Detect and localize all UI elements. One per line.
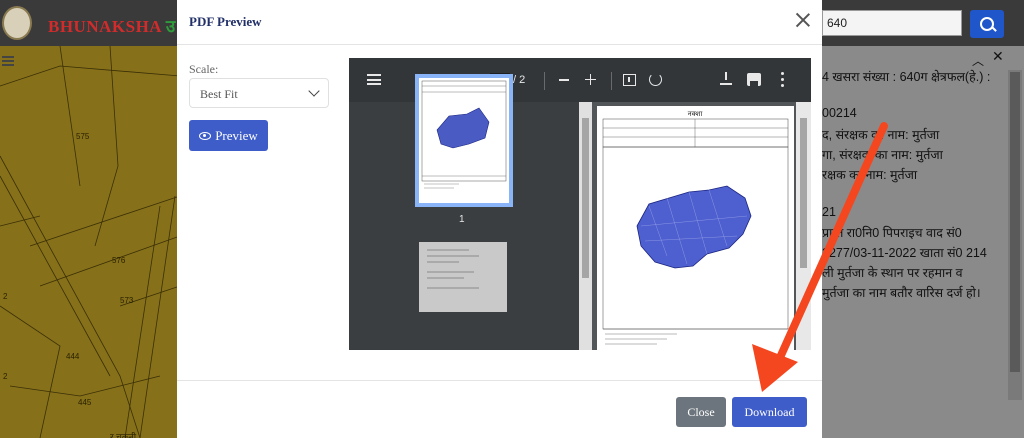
scale-select[interactable]: Best Fit: [189, 78, 329, 108]
state-emblem-logo: [2, 6, 32, 40]
brand-suffix: उ: [165, 17, 176, 36]
toolbar-divider: [544, 72, 545, 90]
print-icon[interactable]: [747, 73, 761, 86]
zoom-in-icon[interactable]: [585, 74, 596, 85]
plot-label[interactable]: 576: [112, 256, 125, 265]
pdf-page[interactable]: नक्शा: [597, 106, 794, 350]
info-line: गा, संरक्षक का नाम: मुर्तजा: [822, 148, 943, 162]
thumbnail-scrollbar-thumb[interactable]: [582, 118, 589, 278]
plot-label[interactable]: 2: [3, 292, 7, 301]
plot-label[interactable]: 573: [120, 296, 133, 305]
download-icon[interactable]: [720, 72, 732, 86]
info-line: प्राप्त रा0नि0 पिपराइच वाद सं0: [822, 226, 962, 240]
info-line: 2277/03-11-2022 खाता सं0 214: [822, 246, 987, 260]
close-panel-icon[interactable]: ✕: [992, 48, 1004, 65]
toolbar-divider: [611, 72, 612, 90]
eye-icon: [199, 131, 212, 140]
plot-info-panel: [822, 46, 1024, 438]
plot-label[interactable]: 2: [3, 372, 7, 381]
modal-title: PDF Preview: [189, 14, 262, 29]
modal-footer-divider: [177, 380, 822, 381]
collapse-up-icon[interactable]: ︿: [972, 52, 984, 69]
map-footer-text: र चकनी: [110, 432, 137, 438]
brand-name: BHUNAKSHA: [48, 17, 162, 36]
plot-search-input[interactable]: 640: [822, 10, 962, 36]
close-button[interactable]: Close: [676, 397, 726, 427]
preview-button[interactable]: Preview: [189, 120, 268, 151]
cadastral-map[interactable]: 575 576 573 444 445 2 2 र चकनी: [0, 46, 180, 438]
info-line: 00214: [822, 106, 857, 120]
modal-header-divider: [177, 44, 822, 45]
page-total: / 2: [513, 74, 526, 86]
page-thumbnail[interactable]: [419, 242, 507, 312]
scale-select-value: Best Fit: [200, 87, 238, 101]
brand-title: BHUNAKSHA उ: [48, 14, 176, 37]
info-scrollbar-thumb[interactable]: [1010, 72, 1020, 372]
info-line: मुर्तजा का नाम बतौर वारिस दर्ज हो।: [822, 286, 981, 300]
plot-label[interactable]: 575: [76, 132, 89, 141]
fit-page-icon[interactable]: [623, 74, 636, 86]
close-icon[interactable]: [793, 10, 813, 30]
zoom-out-icon[interactable]: [559, 79, 569, 81]
info-line: रक्षक का नाम: मुर्तजा: [822, 168, 918, 182]
download-button[interactable]: Download: [732, 397, 807, 427]
page-thumbnail[interactable]: [415, 74, 513, 207]
page-heading: नक्शा: [688, 110, 703, 118]
page-scrollbar-thumb[interactable]: [800, 118, 807, 268]
search-button[interactable]: [970, 10, 1004, 38]
pdf-preview-modal: PDF Preview Scale: Best Fit Preview 1 / …: [177, 0, 822, 438]
info-line: 4 खसरा संख्या : 640ग क्षेत्रफल(हे.) :: [822, 70, 991, 84]
rotate-icon[interactable]: [649, 73, 662, 86]
map-menu-icon[interactable]: [2, 56, 14, 66]
chevron-down-icon: [308, 85, 320, 97]
more-options-icon[interactable]: [781, 72, 784, 88]
plot-label[interactable]: 444: [66, 352, 79, 361]
plot-label[interactable]: 445: [78, 398, 91, 407]
info-line: 21: [822, 205, 836, 219]
info-line: ली मुर्तजा के स्थान पर रहमान व: [822, 266, 963, 280]
thumbnail-page-number: 1: [459, 214, 465, 225]
sidebar-toggle-icon[interactable]: [367, 74, 381, 85]
info-line: द, संरक्षक का नाम: मुर्तजा: [822, 128, 940, 142]
scale-label: Scale:: [189, 62, 219, 76]
preview-button-label: Preview: [215, 127, 258, 143]
pdf-viewer[interactable]: 1 / 2 1: [349, 58, 811, 350]
